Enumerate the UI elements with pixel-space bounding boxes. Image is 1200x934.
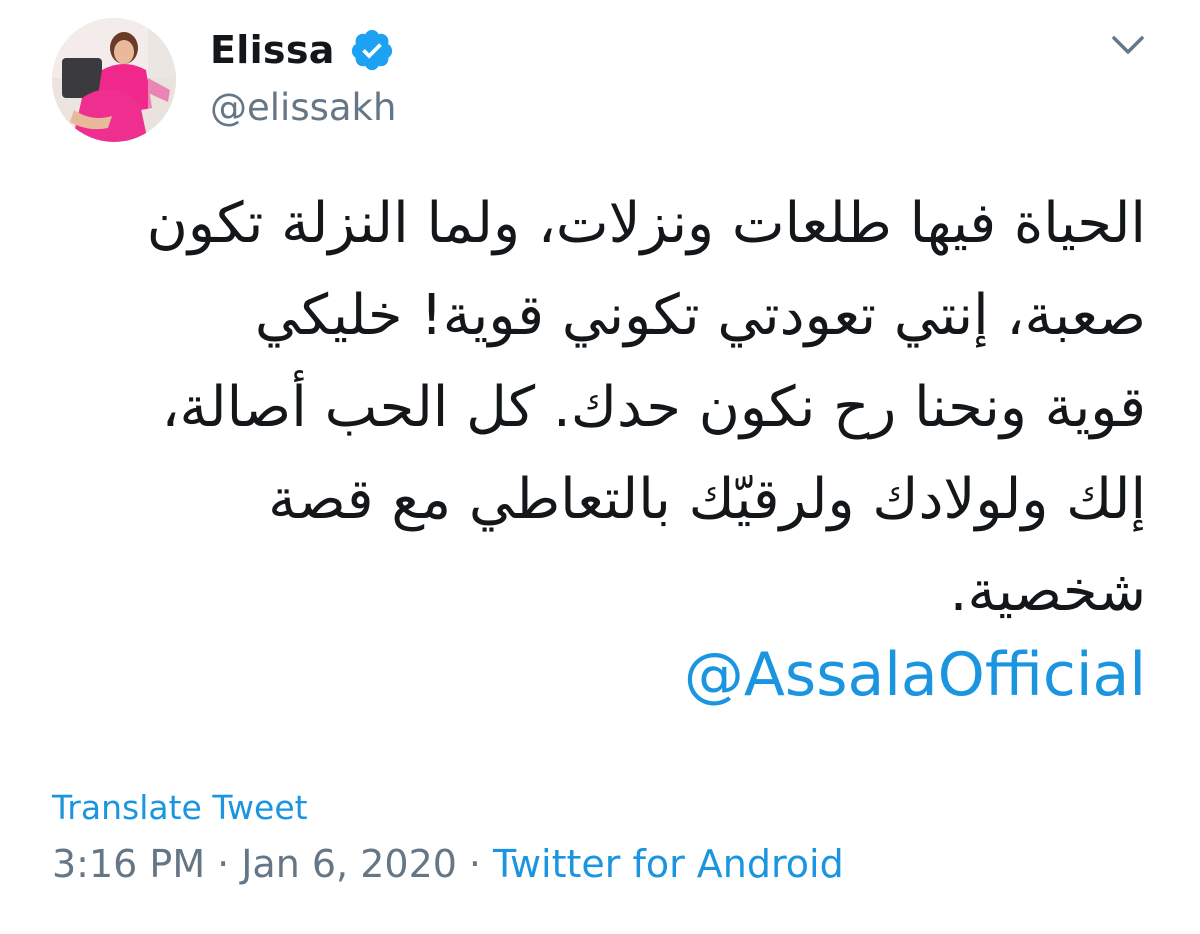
author-handle[interactable]: @elissakh xyxy=(210,86,396,129)
separator-dot: · xyxy=(468,842,482,886)
tweet-text-line: إلك ولولادك ولرقيّك بالتعاطي مع قصة xyxy=(268,467,1146,532)
author-name[interactable]: Elissa xyxy=(210,28,335,72)
avatar-image xyxy=(52,18,176,142)
verified-badge-icon xyxy=(349,27,395,73)
chevron-down-icon[interactable] xyxy=(1108,28,1148,64)
tweet-date[interactable]: Jan 6, 2020 xyxy=(241,842,457,886)
tweet-text-line: قوية ونحنا رح نكون حدك. كل الحب أصالة، xyxy=(161,375,1146,440)
separator-dot: · xyxy=(217,842,230,886)
tweet-text-line: صعبة، إنتي تعودتي تكوني قوية! خليكي xyxy=(254,283,1146,348)
tweet-time[interactable]: 3:16 PM xyxy=(52,842,205,886)
avatar[interactable] xyxy=(52,18,176,142)
tweet-metadata: 3:16 PM · Jan 6, 2020 · Twitter for Andr… xyxy=(52,842,844,886)
tweet-text-line: الحياة فيها طلعات ونزلات، ولما النزلة تك… xyxy=(146,191,1146,256)
tweet-text: الحياة فيها طلعات ونزلات، ولما النزلة تك… xyxy=(60,178,1146,638)
tweet-card[interactable]: Elissa @elissakh الحياة فيها طلعات ونزلا… xyxy=(0,0,1200,934)
translate-tweet-link[interactable]: Translate Tweet xyxy=(52,788,308,827)
tweet-source-link[interactable]: Twitter for Android xyxy=(493,842,844,886)
mention-link[interactable]: @AssalaOfficial xyxy=(684,640,1146,710)
author-row[interactable]: Elissa xyxy=(210,22,395,78)
tweet-text-line: شخصية. xyxy=(949,559,1146,624)
